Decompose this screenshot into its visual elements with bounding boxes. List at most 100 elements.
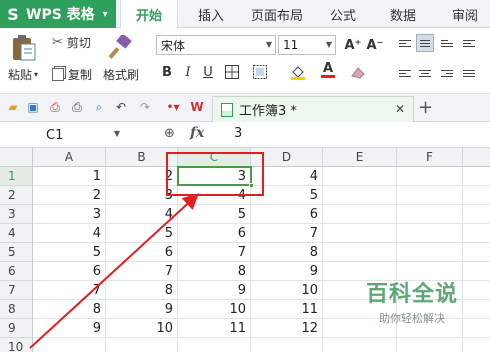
cell-d4[interactable]: 7 — [251, 224, 323, 243]
cell-e2[interactable] — [323, 186, 397, 205]
insert-function-button[interactable]: fx — [190, 125, 204, 141]
cell-c2[interactable]: 4 — [178, 186, 251, 205]
cell-g10[interactable] — [463, 338, 490, 352]
cell-c9[interactable]: 11 — [178, 319, 251, 338]
font-name-select[interactable]: 宋体 ▼ — [156, 35, 276, 55]
cell-d2[interactable]: 5 — [251, 186, 323, 205]
wps-docs-icon[interactable]: W — [190, 100, 204, 114]
format-painter-button[interactable]: 格式刷 — [103, 66, 139, 83]
cell-g5[interactable] — [463, 243, 490, 262]
cell-g4[interactable] — [463, 224, 490, 243]
cell-b5[interactable]: 6 — [106, 243, 178, 262]
column-header-d[interactable]: D — [251, 148, 323, 167]
row-header-2[interactable]: 2 — [0, 186, 33, 205]
wrap-text-button[interactable] — [460, 34, 478, 52]
row-header-6[interactable]: 6 — [0, 262, 33, 281]
close-icon[interactable]: ✕ — [395, 102, 405, 116]
merge-cells-icon[interactable] — [252, 64, 268, 80]
justify-button[interactable] — [460, 64, 478, 82]
cell-f1[interactable] — [397, 167, 463, 186]
export-pdf-icon[interactable]: ⎙ — [48, 100, 62, 114]
cell-c3[interactable]: 5 — [178, 205, 251, 224]
cell-c7[interactable]: 9 — [178, 281, 251, 300]
row-header-4[interactable]: 4 — [0, 224, 33, 243]
cell-a2[interactable]: 2 — [33, 186, 106, 205]
save-icon[interactable]: ▣ — [26, 100, 40, 114]
paste-button[interactable] — [8, 34, 42, 62]
cell-d1[interactable]: 4 — [251, 167, 323, 186]
cell-c5[interactable]: 7 — [178, 243, 251, 262]
cell-c4[interactable]: 6 — [178, 224, 251, 243]
cell-b9[interactable]: 10 — [106, 319, 178, 338]
cell-g2[interactable] — [463, 186, 490, 205]
font-color-button[interactable]: A — [320, 62, 336, 78]
cell-a1[interactable]: 1 — [33, 167, 106, 186]
row-header-1[interactable]: 1 — [0, 167, 33, 186]
document-tab[interactable]: 工作簿3 * ✕ — [212, 96, 414, 122]
column-header-a[interactable]: A — [33, 148, 106, 167]
column-header-f[interactable]: F — [397, 148, 463, 167]
align-middle-button[interactable] — [416, 34, 434, 52]
align-center-button[interactable] — [416, 64, 434, 82]
cell-b1[interactable]: 2 — [106, 167, 178, 186]
cell-f2[interactable] — [397, 186, 463, 205]
cell-e5[interactable] — [323, 243, 397, 262]
cell-g1[interactable] — [463, 167, 490, 186]
redo-icon[interactable]: ↷ — [138, 100, 152, 114]
row-header-3[interactable]: 3 — [0, 205, 33, 224]
tab-insert[interactable]: 插入 — [186, 0, 236, 28]
cell-b6[interactable]: 7 — [106, 262, 178, 281]
cell-a3[interactable]: 3 — [33, 205, 106, 224]
clear-format-icon[interactable] — [350, 64, 366, 80]
cell-g3[interactable] — [463, 205, 490, 224]
cell-e3[interactable] — [323, 205, 397, 224]
cell-d5[interactable]: 8 — [251, 243, 323, 262]
cell-a5[interactable]: 5 — [33, 243, 106, 262]
cell-d10[interactable] — [251, 338, 323, 352]
cell-d3[interactable]: 6 — [251, 205, 323, 224]
cell-b7[interactable]: 8 — [106, 281, 178, 300]
cell-c6[interactable]: 8 — [178, 262, 251, 281]
undo-icon[interactable]: ↶ — [114, 100, 128, 114]
cell-c8[interactable]: 10 — [178, 300, 251, 319]
align-bottom-button[interactable] — [438, 34, 456, 52]
tab-page-layout[interactable]: 页面布局 — [244, 0, 310, 28]
bold-button[interactable]: B — [159, 64, 175, 80]
cell-f4[interactable] — [397, 224, 463, 243]
print-icon[interactable]: ⎙ — [70, 100, 84, 114]
cell-d8[interactable]: 11 — [251, 300, 323, 319]
row-header-10[interactable]: 10 — [0, 338, 33, 352]
cell-d6[interactable]: 9 — [251, 262, 323, 281]
font-size-select[interactable]: 11 ▼ — [278, 35, 336, 55]
cell-b8[interactable]: 9 — [106, 300, 178, 319]
cell-b2[interactable]: 3 — [106, 186, 178, 205]
font-shrink-button[interactable]: A⁻ — [366, 37, 384, 53]
zoom-search-icon[interactable]: ⊕ — [164, 126, 175, 141]
cell-d7[interactable]: 10 — [251, 281, 323, 300]
cell-a4[interactable]: 4 — [33, 224, 106, 243]
row-header-5[interactable]: 5 — [0, 243, 33, 262]
cell-b4[interactable]: 5 — [106, 224, 178, 243]
name-box[interactable]: C1 ▼ — [4, 125, 124, 145]
more-icon[interactable]: •▾ — [166, 100, 180, 114]
row-header-7[interactable]: 7 — [0, 281, 33, 300]
tab-home[interactable]: 开始 — [120, 0, 178, 28]
font-grow-button[interactable]: A⁺ — [344, 37, 362, 53]
align-left-button[interactable] — [396, 64, 414, 82]
copy-button[interactable]: 复制 — [52, 66, 92, 83]
row-header-9[interactable]: 9 — [0, 319, 33, 338]
align-right-button[interactable] — [438, 64, 456, 82]
cell-a7[interactable]: 7 — [33, 281, 106, 300]
cell-f10[interactable] — [397, 338, 463, 352]
cell-a9[interactable]: 9 — [33, 319, 106, 338]
paste-label[interactable]: 粘贴 ▾ — [8, 66, 38, 83]
select-all-corner[interactable] — [0, 148, 33, 167]
borders-icon[interactable] — [224, 64, 240, 80]
row-header-8[interactable]: 8 — [0, 300, 33, 319]
cell-e10[interactable] — [323, 338, 397, 352]
print-preview-icon[interactable]: ⌕ — [92, 100, 106, 114]
add-tab-icon[interactable]: + — [418, 97, 433, 118]
italic-button[interactable]: I — [180, 64, 196, 80]
tab-review[interactable]: 审阅 — [440, 0, 490, 28]
cell-c1[interactable]: 3 — [178, 167, 251, 186]
